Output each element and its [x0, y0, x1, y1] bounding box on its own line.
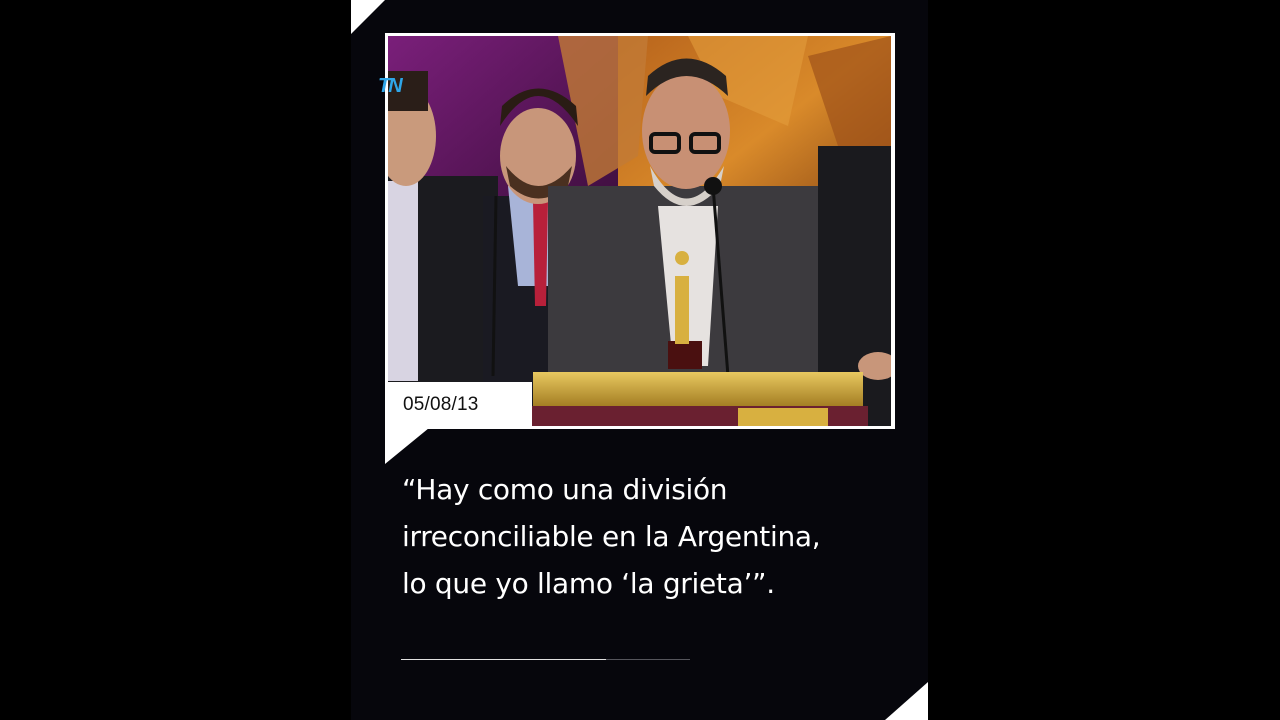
quote-line: lo que yo llamo ‘la grieta’”. — [402, 567, 775, 600]
video-still-frame — [385, 33, 895, 429]
player-stage: TN 05/08/13 “Hay como una división irrec… — [0, 0, 1280, 720]
scene-illustration — [388, 36, 891, 426]
quote-line: irreconciliable en la Argentina, — [402, 520, 821, 553]
video-still-image — [388, 36, 891, 426]
short-video-frame[interactable]: TN 05/08/13 “Hay como una división irrec… — [351, 0, 928, 720]
date-label: 05/08/13 — [385, 382, 532, 428]
quote-line: “Hay como una división — [402, 473, 728, 506]
progress-bar-fill — [401, 659, 607, 660]
frame-corner-bottom-left — [385, 428, 429, 464]
frame-corner-bottom-right — [885, 682, 928, 720]
channel-logo: TN — [378, 75, 403, 97]
quote-text: “Hay como una división irreconciliable e… — [402, 466, 902, 607]
progress-bar[interactable] — [401, 659, 690, 660]
frame-corner-top-left — [351, 0, 385, 34]
